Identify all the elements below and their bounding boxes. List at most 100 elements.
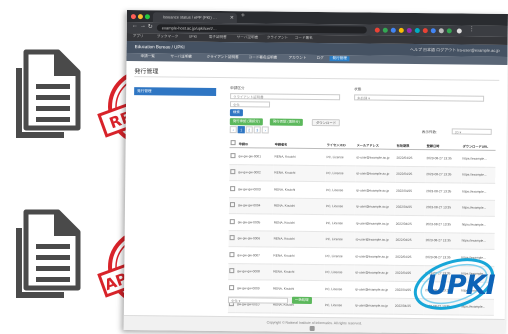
sidebar-item-issuance[interactable]: 発行管理 — [134, 87, 216, 96]
table-cell: 2023-08-27 13:35 — [425, 183, 461, 200]
bookmark-item[interactable]: ブックマーク — [157, 34, 179, 39]
column-header[interactable]: 有効期限 — [396, 141, 426, 150]
reload-icon[interactable]: ↻ — [148, 23, 153, 30]
close-icon[interactable]: ✕ — [230, 13, 234, 23]
table-cell: 2023-08-27 13:35 — [425, 150, 461, 167]
app-title[interactable]: Education Bureau / UPKI — [135, 44, 185, 50]
table-cell: RENA, Kouichi — [272, 264, 324, 281]
bulk-apply-button[interactable]: 一括処理 — [292, 297, 312, 304]
column-header[interactable]: ダウンロードURL — [462, 142, 496, 151]
table-cell: rp-user@example.ac.jp — [355, 215, 395, 232]
bookmark-item[interactable]: アプリ — [133, 34, 144, 39]
extension-icon[interactable] — [415, 28, 420, 33]
more-menu-icon[interactable]: ⋮ — [469, 26, 475, 33]
extension-icon[interactable] — [391, 28, 396, 33]
table-cell: PC, License — [324, 297, 354, 314]
table-cell: rp-user@example.ac.jp — [355, 149, 395, 166]
page-prev-button[interactable]: ‹ — [230, 126, 237, 133]
search-button[interactable]: 検索 — [230, 109, 243, 116]
row-checkbox[interactable] — [228, 247, 236, 264]
extension-icon[interactable] — [423, 28, 428, 33]
profile-icon[interactable] — [457, 28, 462, 33]
page-button[interactable]: 2 — [246, 126, 253, 133]
back-icon[interactable]: ← — [132, 23, 138, 29]
table-cell: PC, License — [324, 264, 354, 281]
table-cell: RENA, Kouichi — [273, 214, 325, 231]
extension-icon[interactable] — [375, 28, 380, 33]
approve-selected-button[interactable]: 発行承認 (選択分) — [230, 118, 263, 125]
bookmark-item[interactable]: クライアント — [267, 35, 288, 40]
table-cell: rp-user@example.ac.jp — [355, 231, 395, 248]
table-cell: https://example... — [461, 233, 495, 250]
filter-status-select[interactable]: 未処理 ▾ — [354, 94, 484, 101]
table-cell: rp-user@example.ac.jp — [354, 248, 394, 265]
bookmark-item[interactable]: サーバ証明書 — [237, 35, 259, 40]
row-checkbox[interactable] — [229, 181, 237, 198]
menu-item-client-cert[interactable]: クライアント証明書 — [206, 55, 238, 60]
tab-title: Issuance status / ePP (PKI) … — [163, 14, 217, 20]
table-cell: gw-gw-gw-0003 — [237, 181, 273, 198]
table-cell: https://example... — [461, 167, 495, 184]
extension-icon[interactable] — [431, 28, 436, 33]
filter-label-status: 状態 — [354, 87, 361, 92]
extension-icon[interactable] — [407, 28, 412, 33]
menu-item-server-cert[interactable]: サーバ証明書 — [170, 54, 192, 59]
per-page-select[interactable]: 20 ▾ — [452, 128, 492, 134]
select-all-checkbox[interactable] — [230, 139, 238, 148]
row-checkbox[interactable] — [229, 214, 237, 231]
close-window-icon[interactable] — [131, 14, 136, 19]
table-cell: 2023-08-27 13:35 — [425, 216, 461, 233]
user-menu[interactable]: ヘルプ 日本語 ログアウト lra-user@example.ac.jp — [410, 47, 500, 54]
menu-item-code-signing[interactable]: コード署名証明書 — [248, 55, 277, 60]
table-cell: PC, License — [325, 149, 355, 166]
extension-icon[interactable] — [399, 28, 404, 33]
page-title: 発行管理 — [134, 66, 158, 75]
table-cell: PC, License — [325, 198, 355, 215]
extension-icon[interactable] — [439, 28, 444, 33]
row-checkbox[interactable] — [229, 230, 237, 247]
column-header[interactable]: ライセンスID — [326, 140, 356, 149]
bookmark-item[interactable]: UPKI — [189, 35, 197, 39]
row-checkbox[interactable] — [228, 263, 236, 280]
table-cell: 2023-08-27 13:35 — [425, 232, 461, 249]
reject-selected-button[interactable]: 発行否認 (選択分) — [270, 119, 303, 126]
table-cell: 2022/04/25 — [395, 232, 425, 249]
table-cell: https://example... — [461, 183, 495, 200]
table-cell: RENA, Kouichi — [273, 181, 325, 198]
bulk-action-select[interactable]: 全件 ▾ — [228, 297, 288, 304]
page-next-button[interactable]: › — [262, 126, 269, 133]
table-cell: https://example... — [461, 216, 495, 233]
menu-item-account[interactable]: アカウント — [288, 56, 306, 61]
document-stack-icon — [6, 40, 86, 140]
table-cell: gw-gw-gw-0001 — [237, 148, 273, 165]
menu-item-log[interactable]: ログ — [316, 56, 323, 61]
filter-type-select[interactable]: 全件 — [230, 101, 270, 107]
table-cell: PC, License — [325, 165, 355, 182]
table-cell: gw-gw-gw-0002 — [237, 164, 273, 181]
menu-item-issuance[interactable]: 発行管理 — [329, 56, 349, 61]
forward-icon[interactable]: → — [140, 23, 146, 29]
page-button[interactable]: 3 — [254, 126, 261, 133]
row-checkbox[interactable] — [229, 197, 237, 214]
row-checkbox[interactable] — [229, 148, 237, 165]
row-checkbox[interactable] — [229, 164, 237, 181]
new-tab-icon[interactable]: + — [241, 12, 245, 19]
menu-item-applications[interactable]: 申請一覧 — [140, 54, 154, 59]
url-field[interactable]: example-host.ac.jp/upki/cert/… — [157, 24, 367, 33]
column-header[interactable]: 登録日時 — [426, 141, 462, 150]
extension-icon[interactable] — [447, 28, 452, 33]
extension-icon[interactable] — [383, 28, 388, 33]
row-checkbox[interactable] — [228, 280, 236, 297]
filter-type-input[interactable]: クライアント証明書 — [230, 93, 340, 100]
page-button[interactable]: 1 — [238, 126, 245, 133]
column-header[interactable]: 申請ID — [238, 139, 274, 148]
bookmark-item[interactable]: 電子証明書 — [209, 35, 227, 40]
footer-icon — [310, 326, 315, 331]
table-cell: RENA, Kouichi — [272, 280, 324, 297]
table-cell: 2023-08-27 13:35 — [425, 199, 461, 216]
download-button[interactable]: ダウンロード — [312, 119, 340, 126]
table-cell: rp-user@example.ac.jp — [355, 165, 395, 182]
minimize-window-icon[interactable] — [138, 14, 143, 19]
bookmark-item[interactable]: コード署名 — [295, 36, 313, 41]
maximize-window-icon[interactable] — [145, 14, 150, 19]
